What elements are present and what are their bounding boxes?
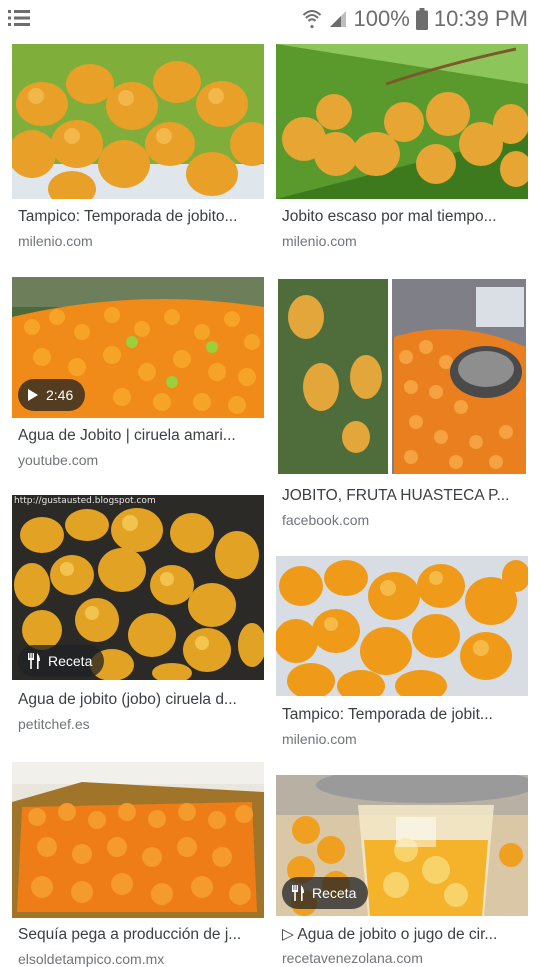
result-title[interactable]: Tampico: Temporada de jobito...: [18, 208, 258, 226]
recipe-badge: Receta: [282, 877, 369, 909]
video-duration: 2:46: [46, 387, 74, 403]
image-result[interactable]: http://gustausted.blogspot.com Receta Ag…: [12, 495, 264, 740]
badge-label: Receta: [312, 885, 357, 901]
image-result[interactable]: JOBITO, FRUTA HUASTECA P... facebook.com: [276, 277, 528, 532]
result-source: recetavenezolana.com: [282, 950, 423, 966]
play-icon: [28, 389, 38, 401]
result-source: petitchef.es: [18, 716, 90, 732]
result-source: milenio.com: [282, 233, 357, 249]
result-thumbnail[interactable]: [276, 44, 528, 199]
watermark-text: http://gustausted.blogspot.com: [14, 496, 156, 506]
result-thumbnail[interactable]: [276, 556, 528, 696]
menu-icon[interactable]: [8, 8, 30, 28]
result-source: milenio.com: [282, 731, 357, 747]
signal-icon: [329, 11, 346, 27]
video-duration-badge: 2:46: [18, 379, 86, 411]
result-title[interactable]: Tampico: Temporada de jobit...: [282, 706, 522, 724]
result-source: youtube.com: [18, 452, 99, 468]
result-thumbnail[interactable]: [276, 277, 528, 476]
result-title[interactable]: Jobito escaso por mal tiempo...: [282, 208, 522, 226]
image-result[interactable]: Jobito escaso por mal tiempo... milenio.…: [276, 44, 528, 254]
wifi-icon: [302, 10, 321, 29]
image-result[interactable]: Receta ▷ Agua de jobito o jugo de cir...…: [276, 775, 528, 966]
image-result[interactable]: 2:46 Agua de Jobito | ciruela amari... y…: [12, 277, 264, 472]
result-source: milenio.com: [18, 233, 93, 249]
result-source: elsoldetampico.com.mx: [18, 951, 165, 967]
image-result[interactable]: Tampico: Temporada de jobito... milenio.…: [12, 44, 264, 254]
recipe-badge: Receta: [18, 645, 105, 677]
result-title[interactable]: Sequía pega a producción de j...: [18, 926, 258, 944]
image-result[interactable]: Tampico: Temporada de jobit... milenio.c…: [276, 556, 528, 751]
battery-icon: [415, 8, 428, 30]
fork-knife-icon: [28, 653, 40, 669]
clock: 10:39 PM: [433, 6, 528, 31]
result-title[interactable]: ▷ Agua de jobito o jugo de cir...: [282, 925, 522, 944]
badge-label: Receta: [48, 653, 93, 669]
image-result[interactable]: Sequía pega a producción de j... elsolde…: [12, 762, 264, 967]
result-thumbnail[interactable]: [12, 44, 264, 199]
result-title[interactable]: JOBITO, FRUTA HUASTECA P...: [282, 487, 522, 505]
battery-percent: 100%: [353, 6, 410, 31]
result-title[interactable]: Agua de jobito (jobo) ciruela d...: [18, 691, 258, 709]
status-bar: 100% 10:39 PM: [0, 0, 540, 38]
result-title[interactable]: Agua de Jobito | ciruela amari...: [18, 427, 258, 445]
result-source: facebook.com: [282, 512, 370, 528]
fork-knife-icon: [292, 885, 304, 901]
result-thumbnail[interactable]: [12, 762, 264, 918]
